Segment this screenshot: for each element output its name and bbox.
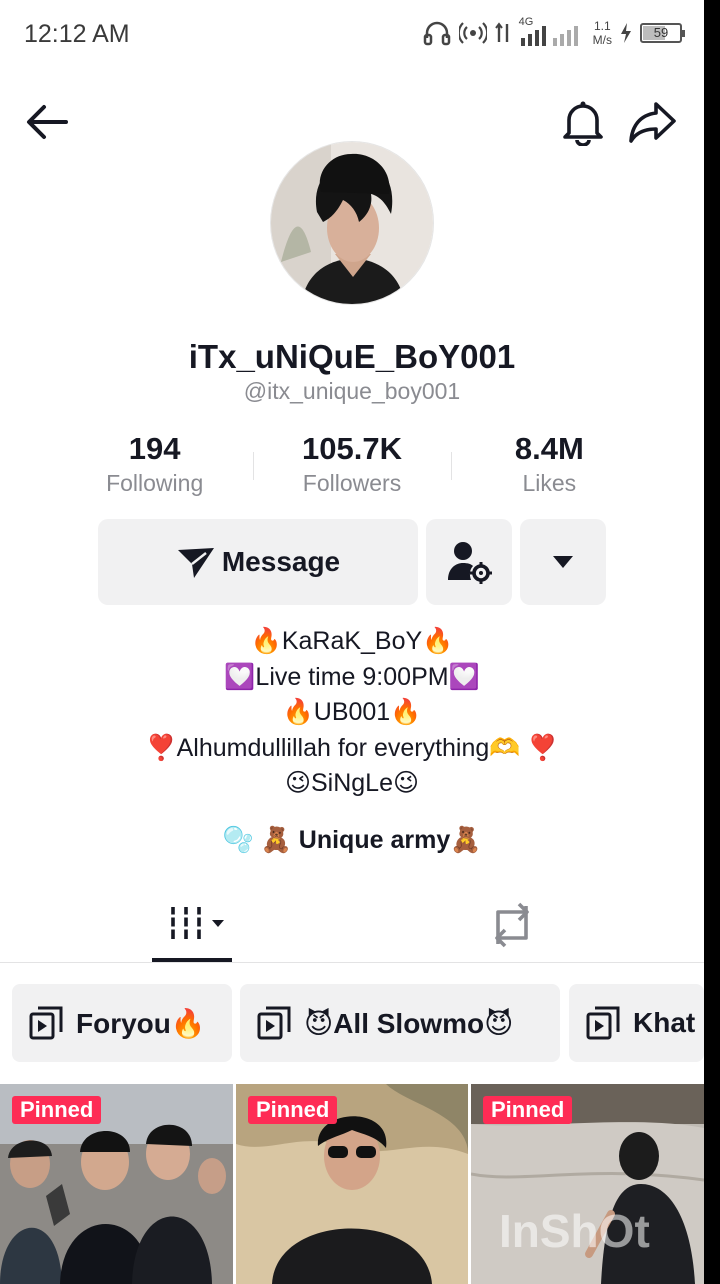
playlist-chip[interactable]: Foryou🔥 xyxy=(12,984,232,1062)
playlist-chip[interactable]: Khat xyxy=(569,984,704,1062)
battery-icon: 59 xyxy=(640,23,685,43)
signal-icon: 4G xyxy=(519,16,585,48)
stats-row: 194 Following 105.7K Followers 8.4M Like… xyxy=(56,430,648,500)
profile-screen: 12:12 AM 4G 1.1 M/s 59 iTx_uNiQuE_BoY001… xyxy=(0,0,704,1284)
avatar-photo xyxy=(271,142,433,304)
share-icon xyxy=(629,102,676,143)
playlist-label: Foryou🔥 xyxy=(76,1007,206,1039)
bio: 🔥KaRaK_BoY🔥 💟Live time 9:00PM💟 🔥UB001🔥 ❣… xyxy=(0,624,704,802)
grid-icon xyxy=(169,907,224,939)
caret-down-icon xyxy=(553,556,573,568)
video-thumbnail[interactable]: Pinned InShOt xyxy=(471,1084,704,1284)
message-label: Message xyxy=(221,546,341,577)
stat-following[interactable]: 194 Following xyxy=(56,430,253,500)
status-icons: 4G 1.1 M/s 59 xyxy=(423,16,685,48)
message-button[interactable]: Message xyxy=(98,519,418,605)
pinned-badge: Pinned xyxy=(12,1096,102,1124)
back-button[interactable] xyxy=(24,100,70,144)
hotspot-icon xyxy=(458,22,487,44)
send-icon xyxy=(177,548,214,578)
pinned-badge: Pinned xyxy=(248,1096,338,1124)
tab-videos[interactable] xyxy=(152,898,232,962)
headphones-icon xyxy=(423,21,450,46)
tabs-divider xyxy=(0,962,704,963)
stat-value: 105.7K xyxy=(302,431,402,466)
pinned-badge: Pinned xyxy=(483,1096,573,1124)
bell-icon xyxy=(563,101,603,147)
bio-line: ❣️Alhumdullillah for everything🫶 ❣️ xyxy=(145,733,559,762)
status-bar: 12:12 AM 4G 1.1 M/s 59 xyxy=(0,0,704,72)
user-settings-icon xyxy=(448,542,492,584)
stat-followers[interactable]: 105.7K Followers xyxy=(253,430,450,500)
battery-level: 59 xyxy=(653,25,669,40)
follow-settings-button[interactable] xyxy=(426,519,512,605)
video-thumbnail[interactable]: Pinned xyxy=(236,1084,468,1284)
stat-value: 8.4M xyxy=(514,431,584,466)
stat-label: Likes xyxy=(522,470,577,496)
data-arrows-icon xyxy=(494,22,508,42)
playlist-chip[interactable]: 😈All Slowmo😈 xyxy=(240,984,560,1062)
stat-value: 194 xyxy=(128,431,181,466)
tab-reposts[interactable] xyxy=(486,900,538,950)
watermark: InShOt xyxy=(499,1205,650,1257)
bio-line: 🔥KaRaK_BoY🔥 xyxy=(250,627,454,655)
speed-value: 1.1 xyxy=(593,19,611,33)
playlist-icon xyxy=(257,1006,291,1040)
playlist-icon xyxy=(586,1006,620,1040)
stat-likes[interactable]: 8.4M Likes xyxy=(450,430,648,500)
bio-line: 💟Live time 9:00PM💟 xyxy=(224,662,480,691)
display-name: iTx_uNiQuE_BoY001 xyxy=(188,338,516,375)
notification-button[interactable] xyxy=(560,98,606,147)
bio-link[interactable]: 🫧 🧸 Unique army🧸 xyxy=(0,826,704,855)
screen-edge xyxy=(704,0,720,1284)
bio-line: 😉SiNgLe😉 xyxy=(284,769,420,797)
stat-label: Followers xyxy=(302,470,402,496)
playlist-label: Khat xyxy=(633,1007,696,1038)
playlists-row: Foryou🔥 😈All Slowmo😈 Khat xyxy=(12,984,704,1062)
avatar[interactable] xyxy=(270,141,434,305)
video-thumbnail[interactable]: Pinned xyxy=(0,1084,233,1284)
charging-icon xyxy=(621,23,631,43)
network-speed: 1.1 M/s xyxy=(593,19,612,47)
username: @itx_unique_boy001 xyxy=(243,378,461,404)
status-time: 12:12 AM xyxy=(24,20,130,48)
more-options-button[interactable] xyxy=(520,519,606,605)
speed-unit: M/s xyxy=(592,33,612,47)
stat-label: Following xyxy=(106,470,204,496)
arrow-left-icon xyxy=(27,105,68,139)
playlist-label: 😈All Slowmo😈 xyxy=(304,1007,514,1039)
repost-icon xyxy=(495,902,529,948)
bio-line: 🔥UB001🔥 xyxy=(282,698,422,726)
share-button[interactable] xyxy=(628,98,678,146)
playlist-icon xyxy=(29,1006,63,1040)
